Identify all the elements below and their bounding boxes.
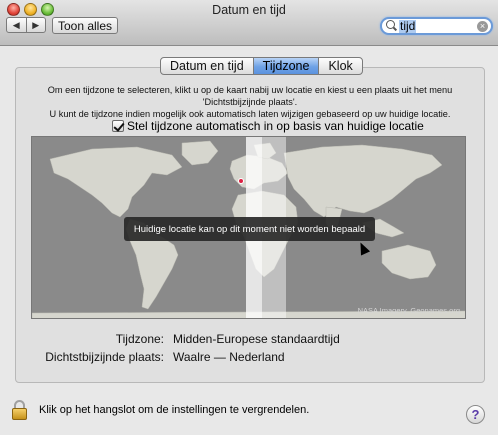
location-pin-icon bbox=[238, 178, 244, 184]
padlock-icon[interactable] bbox=[12, 400, 27, 420]
timezone-row: Tijdzone: Midden-Europese standaardtijd bbox=[0, 332, 498, 346]
help-button[interactable]: ? bbox=[466, 405, 485, 424]
closest-city-label: Dichtstbijzijnde plaats: bbox=[45, 350, 164, 364]
instructions-line-1: Om een tijdzone te selecteren, klikt u o… bbox=[47, 85, 453, 95]
map-credit: NASA Imagery, Geonames.org bbox=[357, 306, 460, 315]
closest-city-row: Dichtstbijzijnde plaats: Waalre — Nederl… bbox=[0, 350, 498, 364]
tab-tijdzone[interactable]: Tijdzone bbox=[252, 58, 319, 74]
timezone-map[interactable]: Huidige locatie kan op dit moment niet w… bbox=[31, 136, 466, 319]
land-greenland bbox=[181, 140, 219, 166]
instructions-text: Om een tijdzone te selecteren, klikt u o… bbox=[30, 84, 470, 120]
back-button[interactable]: ◀ bbox=[7, 18, 26, 32]
navigation-segment: ◀ ▶ bbox=[6, 17, 46, 33]
lock-text: Klik op het hangslot om de instellingen … bbox=[39, 404, 310, 416]
land-asia bbox=[283, 144, 443, 218]
auto-timezone-checkbox[interactable] bbox=[112, 120, 124, 132]
search-input[interactable]: tijd bbox=[399, 19, 417, 33]
land-north-america bbox=[49, 146, 183, 218]
window-titlebar: Datum en tijd ◀ ▶ Toon alles tijd × bbox=[0, 0, 498, 46]
instructions-line-2: 'Dichtstbijzijnde plaats'. bbox=[202, 97, 298, 107]
land-australia bbox=[381, 244, 437, 280]
auto-timezone-row[interactable]: Stel tijdzone automatisch in op basis va… bbox=[112, 119, 424, 133]
tab-datum-en-tijd[interactable]: Datum en tijd bbox=[161, 58, 253, 74]
clear-search-icon[interactable]: × bbox=[477, 21, 488, 32]
window-title: Datum en tijd bbox=[212, 3, 286, 17]
tab-klok[interactable]: Klok bbox=[318, 58, 361, 74]
forward-arrow-icon: ▶ bbox=[32, 19, 40, 30]
search-icon bbox=[386, 20, 398, 32]
back-arrow-icon: ◀ bbox=[12, 19, 20, 30]
closest-city-value[interactable]: Waalre — Nederland bbox=[173, 350, 285, 364]
auto-timezone-label: Stel tijdzone automatisch in op basis va… bbox=[127, 119, 424, 133]
forward-button[interactable]: ▶ bbox=[25, 18, 46, 32]
timezone-label: Tijdzone: bbox=[115, 332, 164, 346]
search-field[interactable]: tijd × bbox=[380, 17, 493, 35]
lock-row: Klik op het hangslot om de instellingen … bbox=[12, 400, 310, 420]
show-all-button[interactable]: Toon alles bbox=[52, 17, 118, 34]
timezone-value[interactable]: Midden-Europese standaardtijd bbox=[173, 332, 340, 346]
tab-bar: Datum en tijd Tijdzone Klok bbox=[160, 57, 363, 75]
location-tooltip: Huidige locatie kan op dit moment niet w… bbox=[124, 217, 375, 241]
